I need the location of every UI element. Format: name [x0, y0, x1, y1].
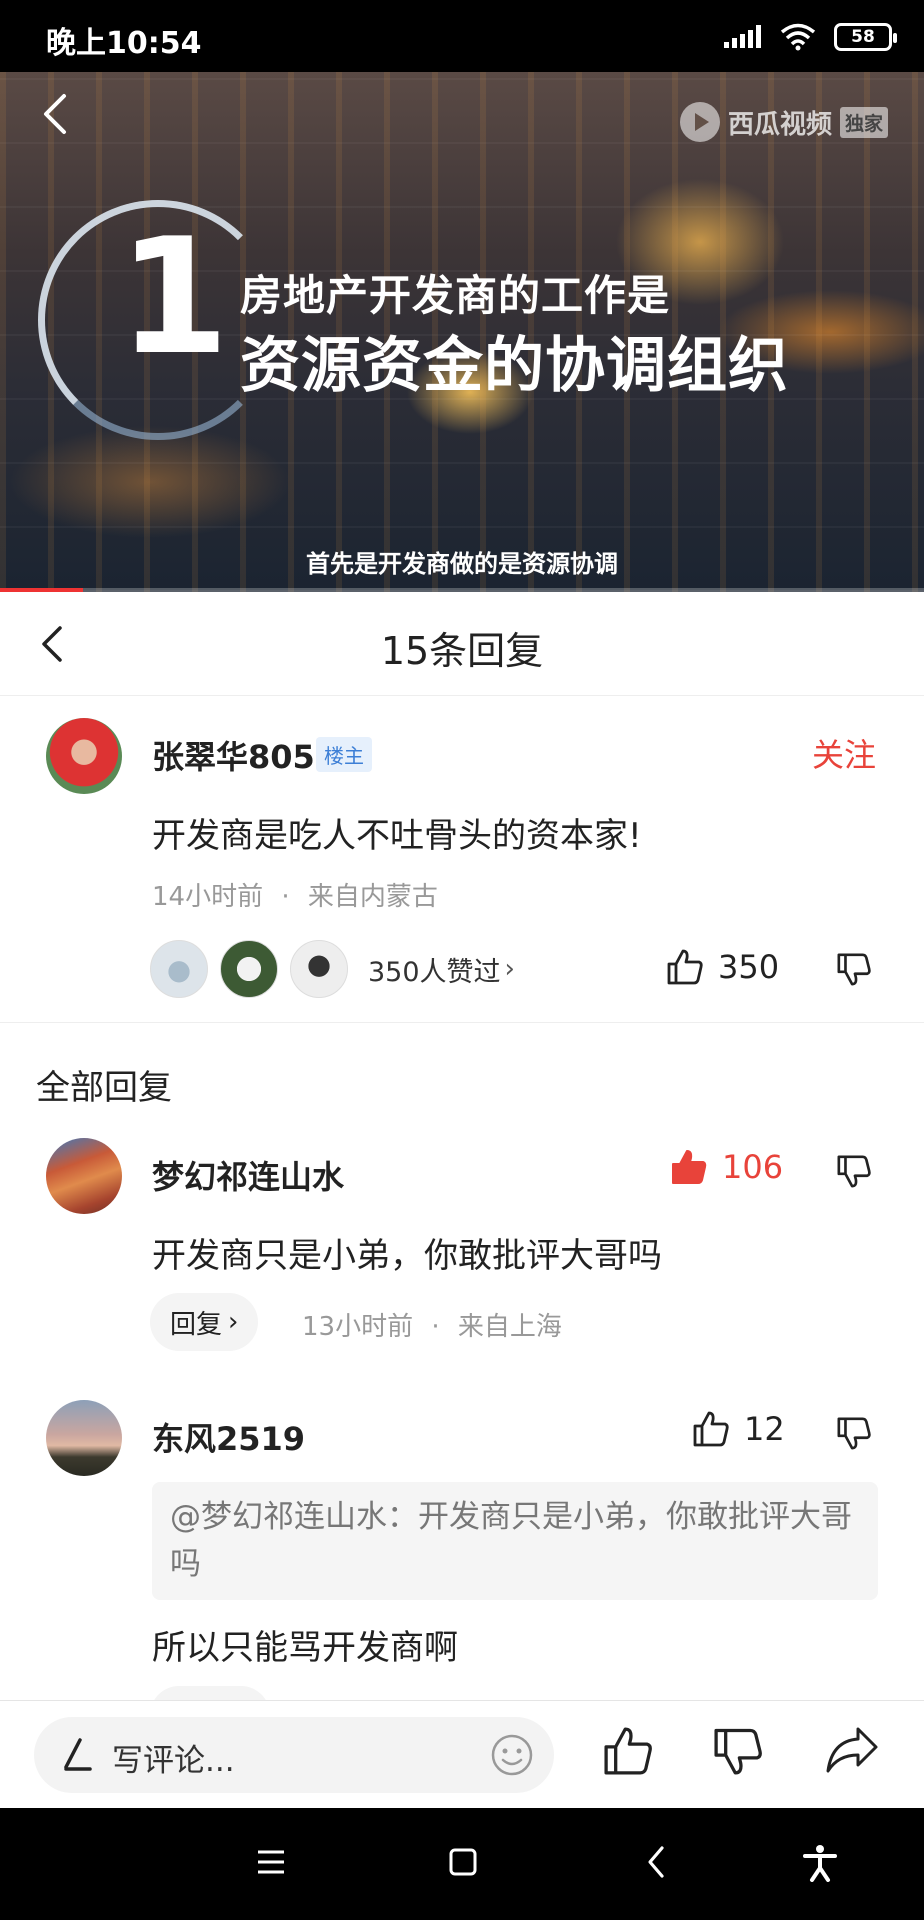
- reply-header: 15条回复: [0, 592, 924, 696]
- comment-text: 所以只能骂开发商啊: [152, 1628, 458, 1668]
- headline-sub: 房地产开发商的工作是: [240, 271, 671, 320]
- watermark: 西瓜视频 独家: [679, 102, 888, 142]
- chevron-right-icon: ›: [504, 954, 515, 984]
- battery-level: 58: [851, 27, 875, 47]
- like-icon: [693, 1411, 729, 1447]
- like-button[interactable]: 350: [666, 948, 779, 986]
- like-button[interactable]: 106: [670, 1148, 783, 1186]
- dislike-icon[interactable]: [836, 1414, 872, 1452]
- dislike-icon[interactable]: [836, 950, 872, 988]
- quoted-reply[interactable]: @梦幻祁连山水：开发商只是小弟，你敢批评大哥吗: [152, 1482, 878, 1600]
- home-icon[interactable]: [448, 1844, 478, 1880]
- watermark-tag: 独家: [839, 106, 888, 138]
- bottom-action-bar: 写评论...: [0, 1700, 924, 1808]
- nav-back-icon[interactable]: [642, 1844, 672, 1880]
- avatar[interactable]: [46, 1400, 122, 1476]
- like-count: 350: [718, 948, 780, 986]
- liker-avatar: [220, 940, 278, 998]
- xigua-logo-icon: [679, 102, 720, 142]
- comment-time: 14小时前: [152, 882, 264, 912]
- dislike-icon[interactable]: [836, 1152, 872, 1190]
- avatar[interactable]: [46, 1138, 122, 1214]
- op-badge: 楼主: [316, 737, 372, 772]
- status-bar: 晚上10:54 58: [0, 0, 924, 72]
- wifi-icon: [780, 23, 816, 51]
- comment-text: 开发商是吃人不吐骨头的资本家!: [152, 816, 642, 856]
- liked-by[interactable]: 350人赞过 ›: [150, 940, 515, 998]
- video-subtitle: 首先是开发商做的是资源协调: [306, 550, 618, 578]
- liker-avatar: [150, 940, 208, 998]
- meta-separator: ·: [431, 1312, 440, 1342]
- share-icon[interactable]: [824, 1725, 880, 1777]
- like-count: 12: [744, 1410, 785, 1448]
- like-button[interactable]: 12: [692, 1410, 785, 1448]
- comment-location: 来自内蒙古: [307, 882, 438, 912]
- menu-icon[interactable]: [256, 1844, 286, 1880]
- follow-button[interactable]: 关注: [812, 730, 876, 776]
- comment-meta: 13小时前 · 来自上海: [302, 1306, 562, 1343]
- avatar[interactable]: [46, 718, 122, 794]
- accessibility-icon[interactable]: [802, 1844, 838, 1882]
- author-name[interactable]: 张翠华805: [152, 732, 315, 778]
- comment-meta: 14小时前 · 来自内蒙古: [152, 876, 438, 913]
- section-title: 全部回复: [36, 1068, 172, 1108]
- meta-separator: ·: [281, 882, 290, 912]
- emoji-icon[interactable]: [490, 1733, 534, 1777]
- video-player[interactable]: 西瓜视频 独家 1 房地产开发商的工作是 资源资金的协调组织 首先是开发商做的是…: [0, 72, 924, 592]
- status-icons: 58: [724, 20, 897, 54]
- reply-button[interactable]: 回复 ›: [150, 1293, 259, 1351]
- dislike-icon[interactable]: [712, 1725, 764, 1777]
- comment-text: 开发商只是小弟，你敢批评大哥吗: [152, 1236, 662, 1276]
- headline-main: 资源资金的协调组织: [240, 331, 789, 401]
- author-name[interactable]: 梦幻祁连山水: [152, 1152, 344, 1198]
- headline-number: 1: [118, 203, 230, 390]
- like-icon: [667, 949, 703, 985]
- divider: [0, 1022, 924, 1023]
- like-icon: [672, 1150, 707, 1184]
- pen-icon: [64, 1738, 92, 1771]
- like-count: 106: [722, 1148, 784, 1186]
- chevron-right-icon: ›: [228, 1307, 239, 1337]
- page-title: 15条回复: [380, 629, 544, 673]
- system-nav-bar: [0, 1808, 924, 1920]
- back-icon[interactable]: [36, 92, 76, 136]
- signal-icon: [724, 25, 761, 48]
- liked-by-text: 350人赞过: [368, 956, 501, 988]
- comment-input[interactable]: 写评论...: [34, 1717, 554, 1793]
- status-time: 晚上10:54: [46, 26, 202, 61]
- comment-location: 来自上海: [457, 1312, 562, 1342]
- author-name[interactable]: 东风2519: [152, 1414, 305, 1460]
- battery-indicator: 58: [834, 23, 897, 51]
- like-icon[interactable]: [602, 1725, 654, 1777]
- comment-placeholder: 写评论...: [112, 1743, 235, 1779]
- watermark-text: 西瓜视频: [727, 109, 832, 140]
- liker-avatar: [290, 940, 348, 998]
- comment-time: 13小时前: [302, 1312, 414, 1342]
- reply-label: 回复: [170, 1309, 223, 1340]
